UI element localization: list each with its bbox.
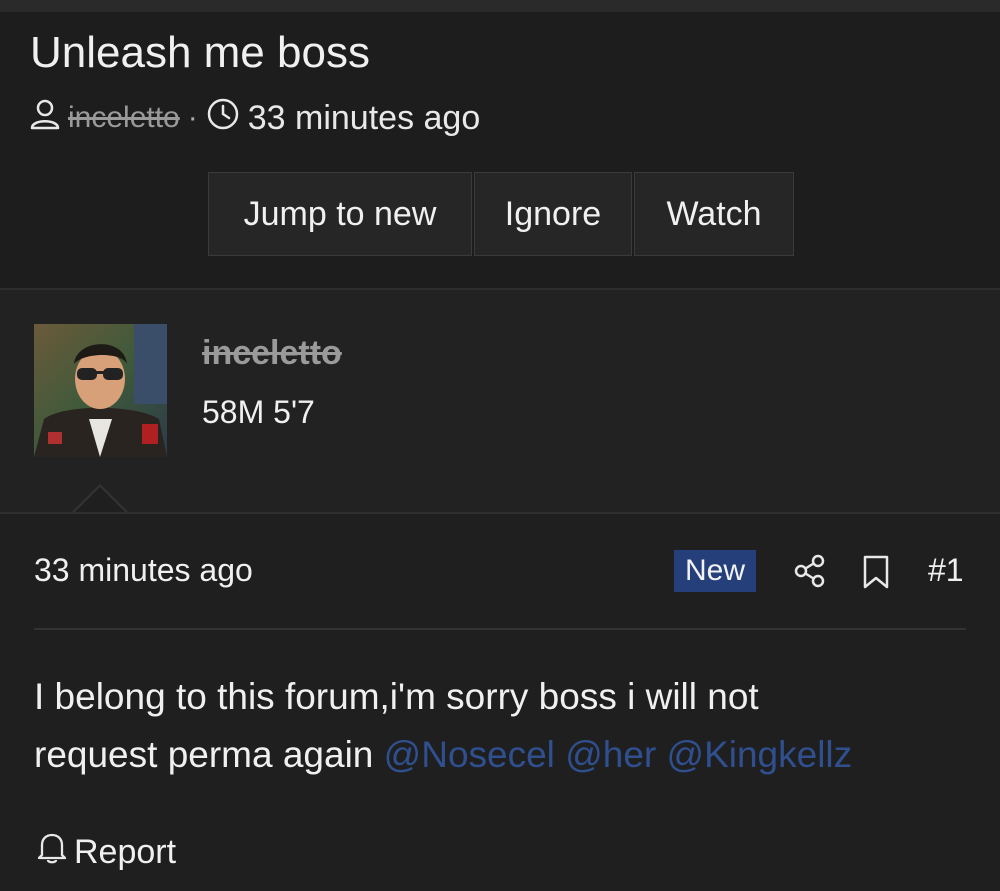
new-badge: New xyxy=(674,550,756,592)
page-title: Unleash me boss xyxy=(30,28,370,77)
post-body-line: request perma again @Nosecel @her @Kingk… xyxy=(34,726,974,784)
user-icon xyxy=(28,97,62,140)
thread-author-link[interactable]: inceletto xyxy=(68,101,180,135)
post-user-block: inceletto 58M 5'7 xyxy=(0,290,1000,512)
post-time[interactable]: 33 minutes ago xyxy=(34,552,253,589)
ignore-button[interactable]: Ignore xyxy=(474,172,632,256)
post-pointer-fill xyxy=(72,487,128,515)
thread-actions: Jump to new Ignore Watch xyxy=(208,172,796,258)
report-button[interactable]: Report xyxy=(36,832,176,872)
post-body-line: I belong to this forum,i'm sorry boss i … xyxy=(34,676,759,717)
meta-separator: · xyxy=(187,101,198,134)
thread-header: Unleash me boss inceletto · 33 minutes a… xyxy=(0,12,1000,288)
bell-icon xyxy=(36,831,74,874)
user-title: 58M 5'7 xyxy=(202,394,315,430)
clock-icon xyxy=(206,97,240,140)
mention-link[interactable]: @Nosecel xyxy=(384,734,555,775)
post-username[interactable]: inceletto xyxy=(202,334,342,373)
post: 33 minutes ago New #1 I belong to this f… xyxy=(0,514,1000,891)
avatar[interactable] xyxy=(34,324,167,457)
post-body-text: request perma again xyxy=(34,734,384,775)
thread-time[interactable]: 33 minutes ago xyxy=(248,99,481,138)
post-body: I belong to this forum,i'm sorry boss i … xyxy=(34,668,974,784)
divider xyxy=(34,628,966,630)
share-icon[interactable] xyxy=(794,554,826,588)
mention-link[interactable]: @her xyxy=(565,734,656,775)
report-label: Report xyxy=(74,832,177,871)
mention-link[interactable]: @Kingkellz xyxy=(667,734,853,775)
watch-button[interactable]: Watch xyxy=(634,172,794,256)
top-strip xyxy=(0,0,1000,12)
bookmark-icon[interactable] xyxy=(862,554,890,590)
post-number-link[interactable]: #1 xyxy=(928,552,964,589)
jump-to-new-button[interactable]: Jump to new xyxy=(208,172,472,256)
thread-meta: inceletto · 33 minutes ago xyxy=(28,98,480,138)
